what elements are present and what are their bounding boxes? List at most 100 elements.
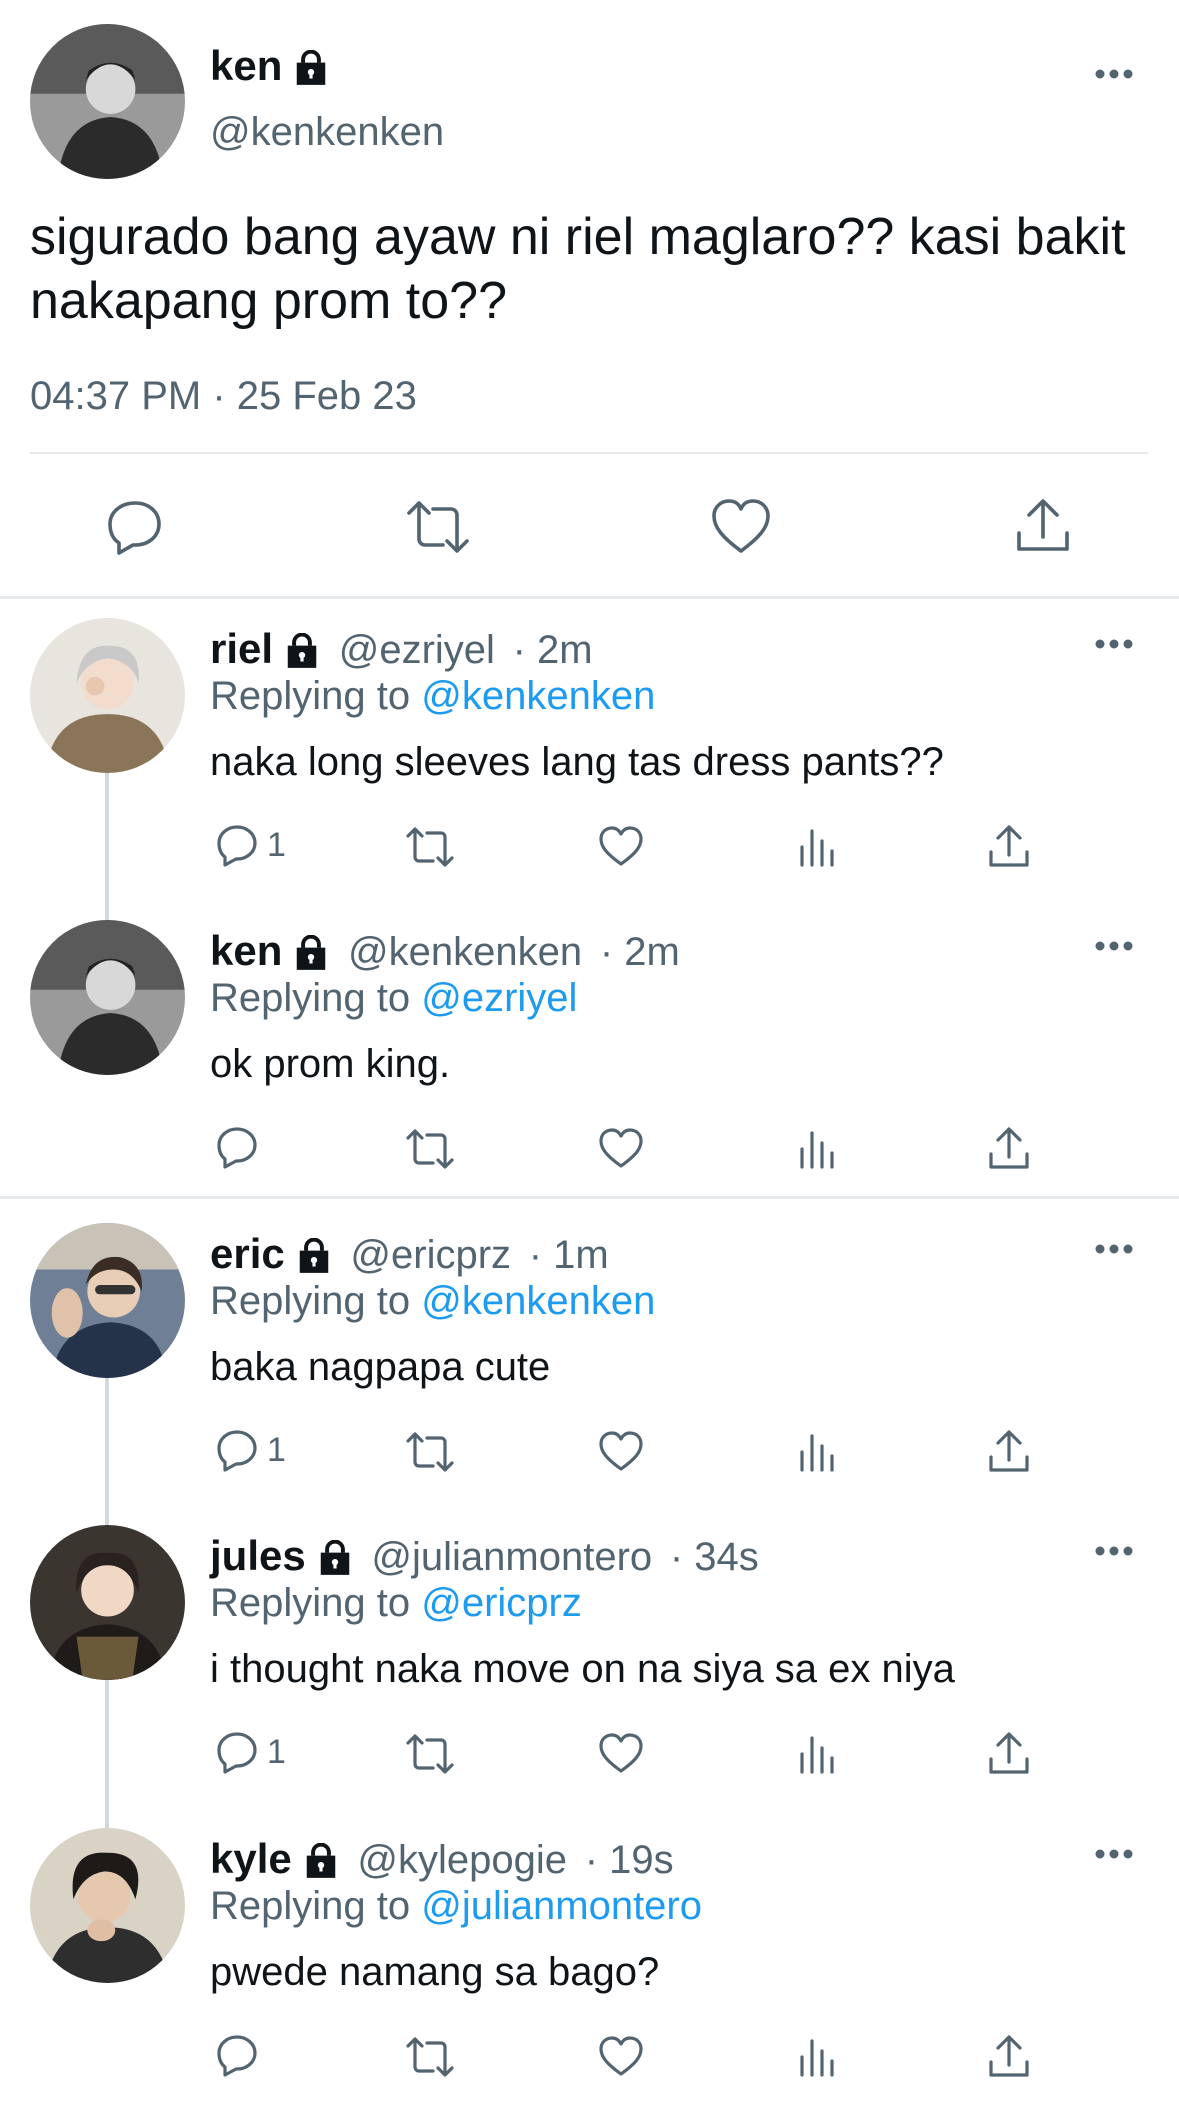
reply-author-name[interactable]: ken @kenkenken · 2m [210,927,680,975]
section-divider [0,596,1179,599]
lock-icon [297,49,326,85]
thread-line [105,1680,109,1830]
reply-count: 1 [267,825,286,864]
divider [30,452,1148,454]
like-icon[interactable] [598,2035,644,2077]
views-icon[interactable] [798,1732,836,1776]
replying-to: Replying to @kenkenken [210,674,655,719]
reply-icon[interactable] [215,1730,259,1774]
reply-count: 1 [267,1430,286,1469]
more-options-icon[interactable] [1094,638,1134,650]
like-icon[interactable] [598,1127,644,1169]
avatar[interactable] [30,920,185,1075]
reply-icon[interactable] [105,497,165,557]
views-icon[interactable] [798,1430,836,1474]
replying-to-prefix: Replying to [210,1884,411,1928]
reply-author-name-text: eric [210,1230,285,1277]
retweet-icon[interactable] [405,1127,455,1171]
reply-handle[interactable]: @kylepogie [357,1838,567,1882]
thread-line [105,1378,109,1528]
reply-icon[interactable] [215,2033,259,2077]
author-name[interactable]: ken [210,42,330,90]
replying-to-mention[interactable]: @ericprz [421,1581,582,1625]
reply-author-name-text: ken [210,927,283,974]
views-icon[interactable] [798,1127,836,1171]
views-icon[interactable] [798,2035,836,2079]
reply-text: i thought naka move on na siya sa ex niy… [210,1647,955,1691]
reply-handle[interactable]: @julianmontero [371,1535,652,1579]
lock-icon [287,632,317,668]
reply-author-name[interactable]: eric @ericprz · 1m [210,1230,609,1278]
reply-time[interactable]: · 2m [513,628,593,672]
reply-text: pwede namang sa bago? [210,1950,660,1994]
replying-to-mention[interactable]: @kenkenken [421,1279,655,1323]
reply-handle[interactable]: @kenkenken [348,930,582,974]
reply-time[interactable]: · 34s [670,1535,759,1579]
retweet-icon[interactable] [405,1732,455,1776]
like-icon[interactable] [598,825,644,867]
replying-to: Replying to @kenkenken [210,1279,655,1324]
retweet-icon[interactable] [405,1430,455,1474]
reply-icon[interactable] [215,823,259,867]
retweet-icon[interactable] [405,497,471,557]
reply-icon[interactable] [215,1125,259,1169]
lock-icon [306,1842,335,1878]
share-icon[interactable] [1015,495,1071,555]
share-icon[interactable] [988,823,1030,869]
like-icon[interactable] [598,1732,644,1774]
reply-action[interactable]: 1 [215,1428,286,1472]
retweet-icon[interactable] [405,2035,455,2079]
reply-handle[interactable]: @ericprz [350,1233,511,1277]
section-divider [0,1196,1179,1199]
author-handle[interactable]: @kenkenken [210,110,444,155]
reply-time[interactable]: · 1m [529,1233,609,1277]
tweet-timestamp[interactable]: 04:37 PM · 25 Feb 23 [30,374,417,419]
reply-handle[interactable]: @ezriyel [339,628,495,672]
avatar[interactable] [30,1828,185,1983]
reply-author-name-text: jules [210,1532,306,1579]
reply-action[interactable] [215,2033,267,2077]
lock-icon [320,1539,349,1575]
reply-author-name[interactable]: kyle @kylepogie · 19s [210,1835,674,1883]
more-options-icon[interactable] [1094,940,1134,952]
lock-icon [297,934,326,970]
replying-to-prefix: Replying to [210,1581,411,1625]
reply-author-name[interactable]: riel @ezriyel · 2m [210,625,593,673]
avatar[interactable] [30,1223,185,1378]
reply-author-name[interactable]: jules @julianmontero · 34s [210,1532,759,1580]
more-options-icon[interactable] [1094,1243,1134,1255]
reply-action[interactable]: 1 [215,823,286,867]
tweet-text: sigurado bang ayaw ni riel maglaro?? kas… [30,208,1126,330]
replying-to-mention[interactable]: @ezriyel [421,976,577,1020]
share-icon[interactable] [988,1428,1030,1474]
like-icon[interactable] [598,1430,644,1472]
avatar[interactable] [30,1525,185,1680]
replying-to: Replying to @ericprz [210,1581,582,1626]
share-icon[interactable] [988,1730,1030,1776]
reply-time[interactable]: · 19s [585,1838,674,1882]
share-icon[interactable] [988,2033,1030,2079]
more-options-icon[interactable] [1094,68,1134,80]
reply-author-name-text: kyle [210,1835,292,1882]
avatar[interactable] [30,24,185,179]
replying-to-prefix: Replying to [210,976,411,1020]
reply-text: naka long sleeves lang tas dress pants?? [210,740,944,784]
reply-action[interactable]: 1 [215,1730,286,1774]
replying-to-mention[interactable]: @julianmontero [421,1884,702,1928]
replying-to: Replying to @ezriyel [210,976,577,1021]
thread-line [105,773,109,923]
reply-time[interactable]: · 2m [600,930,680,974]
reply-icon[interactable] [215,1428,259,1472]
more-options-icon[interactable] [1094,1545,1134,1557]
avatar[interactable] [30,618,185,773]
share-icon[interactable] [988,1125,1030,1171]
replying-to-prefix: Replying to [210,674,411,718]
lock-icon [299,1237,328,1273]
replying-to-mention[interactable]: @kenkenken [421,674,655,718]
like-icon[interactable] [710,497,772,555]
reply-author-name-text: riel [210,625,274,672]
more-options-icon[interactable] [1094,1848,1134,1860]
reply-action[interactable] [215,1125,267,1169]
retweet-icon[interactable] [405,825,455,869]
views-icon[interactable] [798,825,836,869]
